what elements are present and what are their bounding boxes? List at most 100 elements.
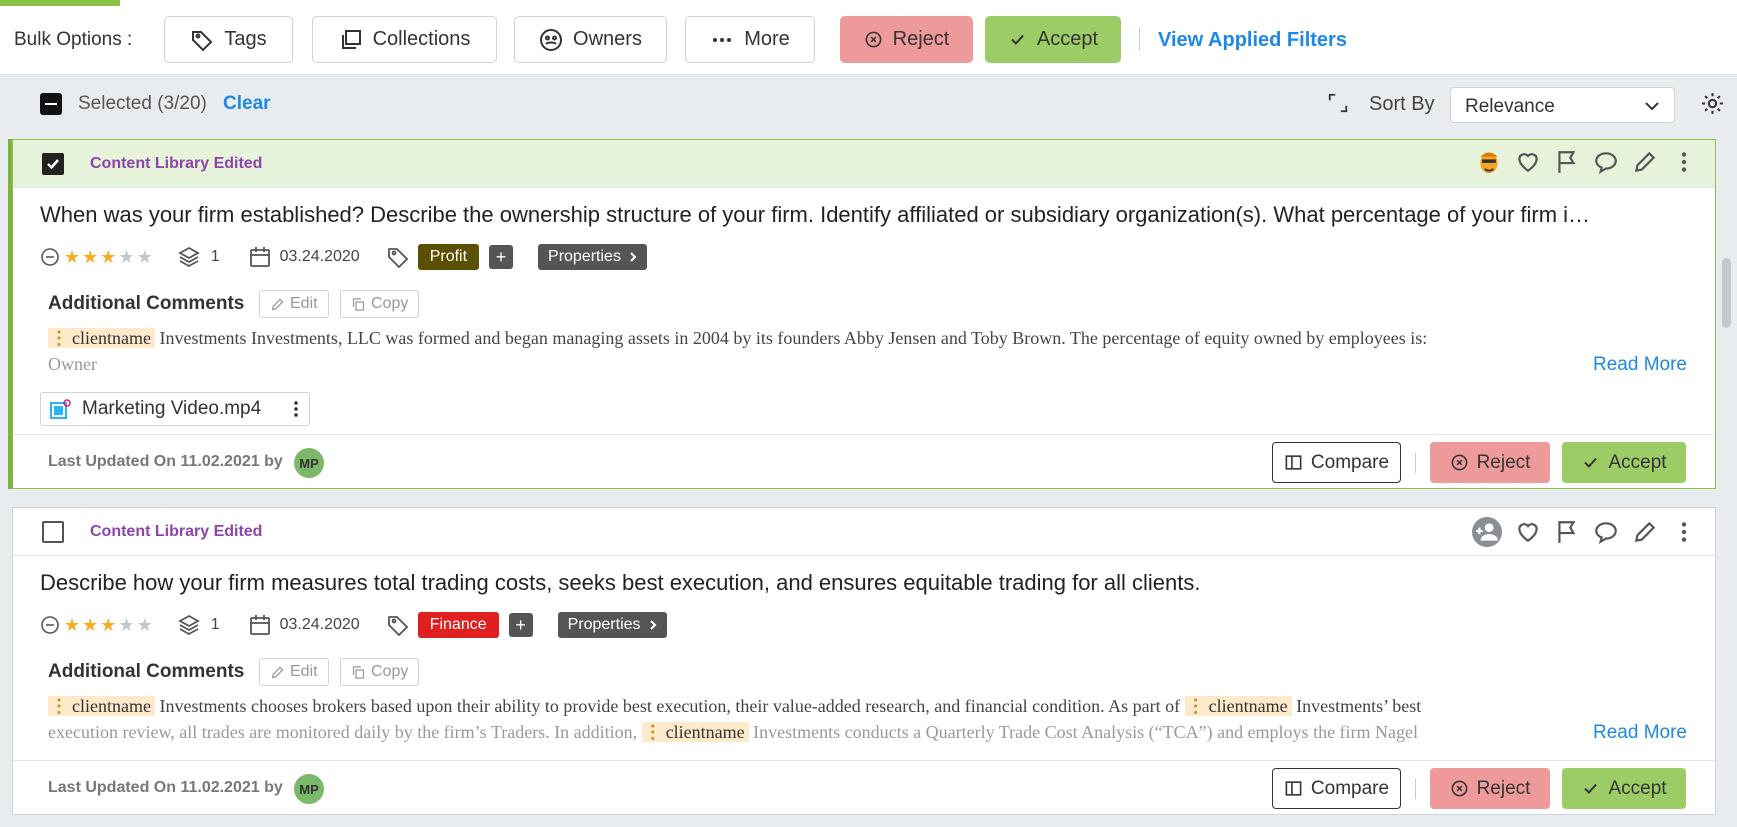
clear-selection-link[interactable]: Clear [223, 93, 271, 115]
avatar[interactable]: MP [294, 448, 324, 478]
layers-icon [177, 614, 200, 636]
clientname-chip[interactable]: ⋮ clientname [48, 328, 155, 348]
select-all-checkbox[interactable] [40, 93, 62, 115]
card-meta: ★ ★ ★ ★ ★ 1 03.24.2020 Finance + Propert… [40, 610, 667, 640]
star-icon[interactable]: ★ [64, 615, 80, 636]
pencil-icon[interactable] [1632, 149, 1658, 175]
reject-button[interactable]: Reject [1430, 442, 1550, 483]
comment-icon[interactable] [1593, 519, 1619, 545]
kebab-menu-icon[interactable] [293, 400, 299, 418]
attachment-chip[interactable]: Marketing Video.mp4 [40, 392, 310, 426]
kebab-menu-icon[interactable] [1671, 149, 1697, 175]
collections-button[interactable]: Collections [312, 16, 497, 63]
owners-button[interactable]: Owners [514, 16, 667, 63]
reject-button[interactable]: Reject [1430, 768, 1550, 809]
last-updated-text: Last Updated On 11.02.2021 by [48, 453, 283, 470]
compare-icon [1285, 455, 1302, 470]
tags-button[interactable]: Tags [164, 16, 293, 63]
copy-button[interactable]: Copy [340, 658, 420, 686]
tag-icon [387, 248, 408, 269]
additional-comments-label: Additional Comments [48, 661, 245, 682]
owner-avatar-icon[interactable] [1476, 149, 1502, 175]
sort-by-select[interactable]: Relevance [1450, 87, 1675, 123]
clientname-chip[interactable]: ⋮ clientname [641, 722, 749, 742]
compare-button[interactable]: Compare [1272, 768, 1401, 809]
card-checkbox[interactable] [42, 153, 64, 175]
tag-pill[interactable]: Finance [417, 612, 499, 638]
star-icon[interactable]: ★ [82, 247, 98, 268]
add-tag-button[interactable]: + [489, 245, 514, 269]
flag-icon[interactable] [1554, 519, 1580, 545]
last-updated-text: Last Updated On 11.02.2021 by [48, 779, 283, 796]
chevron-down-icon [1645, 102, 1659, 111]
pencil-icon[interactable] [1632, 519, 1658, 545]
star-icon[interactable]: ★ [137, 615, 153, 636]
read-more-link[interactable]: Read More [1593, 722, 1687, 744]
heart-icon[interactable] [1515, 149, 1541, 175]
star-icon[interactable]: ★ [100, 615, 116, 636]
properties-button[interactable]: Properties [538, 244, 647, 270]
card-checkbox[interactable] [42, 521, 64, 543]
sort-by-value: Relevance [1465, 96, 1555, 117]
assign-owner-icon[interactable] [1472, 517, 1502, 547]
clientname-chip[interactable]: ⋮ clientname [48, 696, 155, 716]
divider [1139, 28, 1140, 50]
attachment-name: Marketing Video.mp4 [82, 398, 262, 419]
minus-circle-icon[interactable] [40, 247, 60, 267]
status-label: Content Library Edited [90, 155, 263, 172]
gear-icon[interactable] [1700, 91, 1725, 116]
progress-indicator [0, 0, 120, 6]
star-icon[interactable]: ★ [64, 247, 80, 268]
expand-icon[interactable] [1327, 92, 1349, 114]
compare-button[interactable]: Compare [1272, 442, 1401, 483]
accept-button[interactable]: Accept [1562, 442, 1686, 483]
avatar[interactable]: MP [294, 774, 324, 804]
copy-button[interactable]: Copy [340, 290, 420, 318]
card-actions [1476, 149, 1697, 175]
scrollbar[interactable] [1722, 258, 1731, 328]
question-title[interactable]: Describe how your firm measures total tr… [40, 570, 1700, 596]
divider [1415, 453, 1416, 473]
tag-icon [192, 30, 213, 51]
edit-button[interactable]: Edit [259, 290, 329, 318]
chevron-right-icon [649, 620, 656, 630]
clientname-chip[interactable]: ⋮ clientname [1184, 696, 1292, 716]
tag-pill[interactable]: Profit [417, 244, 480, 270]
comment-icon[interactable] [1593, 149, 1619, 175]
star-icon[interactable]: ★ [100, 247, 116, 268]
kebab-menu-icon[interactable] [1671, 519, 1697, 545]
card-meta: ★ ★ ★ ★ ★ 1 03.24.2020 Profit + Properti… [40, 242, 647, 272]
bulk-accept-button[interactable]: Accept [985, 16, 1121, 63]
more-button[interactable]: More [685, 16, 815, 63]
comment-text: ⋮ clientname Investments Investments, LLC… [48, 328, 1428, 374]
date-value: 03.24.2020 [279, 616, 360, 633]
edit-button[interactable]: Edit [259, 658, 329, 686]
card-header: Content Library Edited [13, 140, 1715, 188]
flag-icon[interactable] [1554, 149, 1580, 175]
answer-card[interactable]: Content Library Edited When was your fir… [12, 139, 1716, 489]
heart-icon[interactable] [1515, 519, 1541, 545]
star-icon[interactable]: ★ [118, 615, 134, 636]
reject-circle-icon [1451, 780, 1467, 797]
star-icon[interactable]: ★ [82, 615, 98, 636]
star-icon[interactable]: ★ [137, 247, 153, 268]
divider [1415, 779, 1416, 799]
copy-icon [352, 665, 365, 679]
properties-button[interactable]: Properties [557, 612, 667, 638]
version-count: 1 [210, 248, 220, 265]
star-icon[interactable]: ★ [118, 247, 134, 268]
chevron-right-icon [630, 252, 637, 262]
bulk-reject-button[interactable]: Reject [840, 16, 973, 63]
compare-icon [1285, 781, 1302, 796]
add-tag-button[interactable]: + [508, 613, 533, 637]
version-count: 1 [210, 616, 220, 633]
view-applied-filters-link[interactable]: View Applied Filters [1158, 29, 1347, 52]
accept-button[interactable]: Accept [1562, 768, 1686, 809]
minus-circle-icon[interactable] [40, 615, 60, 635]
check-icon [1011, 34, 1024, 45]
question-title[interactable]: When was your firm established? Describe… [40, 202, 1700, 228]
tag-icon [387, 616, 408, 637]
answer-card[interactable]: Content Library Edited Describe how your… [12, 507, 1716, 815]
status-label: Content Library Edited [90, 523, 263, 540]
read-more-link[interactable]: Read More [1593, 354, 1687, 376]
